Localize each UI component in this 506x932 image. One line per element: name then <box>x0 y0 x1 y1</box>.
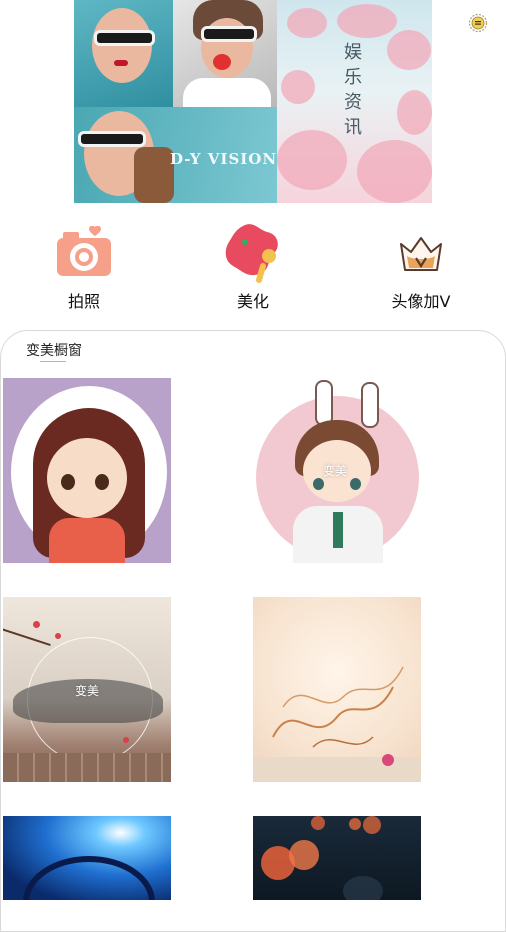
gallery-title: 变美橱窗 <box>26 343 82 359</box>
banner-photo-2 <box>173 0 277 107</box>
gallery-item-label: 变美 <box>323 464 348 478</box>
feature-nav: 拍照 美化 头像加V <box>0 218 506 311</box>
banner-image[interactable]: D-Y VISION <box>74 0 432 203</box>
banner-left-caption: D-Y VISION <box>170 150 278 168</box>
gallery-item-cartoon-boy[interactable]: 变美 <box>253 378 421 563</box>
beauty-icon <box>223 222 283 284</box>
gallery-title-underline <box>40 361 66 362</box>
nav-label-avatar-v: 头像加V <box>391 292 451 311</box>
nav-item-camera[interactable]: 拍照 <box>29 218 139 311</box>
nav-item-beauty[interactable]: 美化 <box>198 218 308 311</box>
gallery-item-water-splash[interactable] <box>253 597 421 782</box>
gallery-item-ink-landscape[interactable]: 变美 <box>3 597 171 782</box>
nav-label-beauty: 美化 <box>236 292 269 311</box>
camera-icon <box>55 225 113 278</box>
banner-photo-1 <box>74 0 173 107</box>
gallery-item-bokeh-lights[interactable] <box>253 816 421 900</box>
gallery-item-blue-lens[interactable] <box>3 816 171 900</box>
nav-label-camera: 拍照 <box>67 292 100 311</box>
gallery-item-cartoon-girl[interactable] <box>3 378 171 563</box>
banner-right-caption: 娱乐资讯 <box>344 42 362 138</box>
gallery-item-label: 变美 <box>75 684 100 698</box>
settings-icon[interactable] <box>468 13 488 33</box>
nav-item-avatar-v[interactable]: 头像加V <box>366 218 476 311</box>
crown-v-icon <box>399 234 443 274</box>
